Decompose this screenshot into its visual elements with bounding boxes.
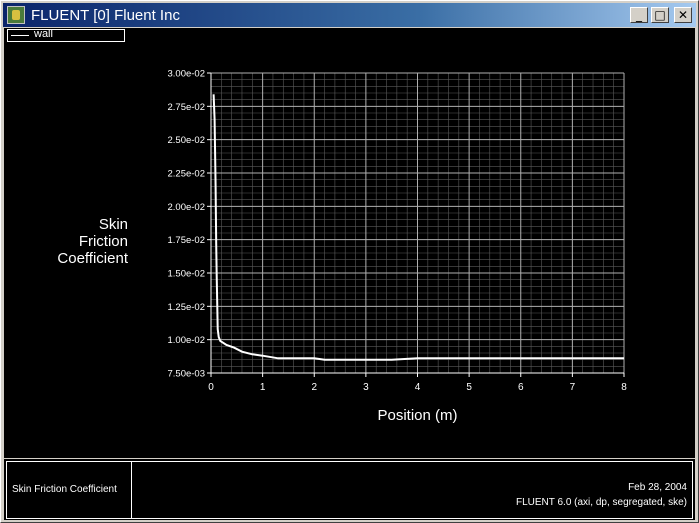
y-tick-label: 1.50e-02	[167, 269, 205, 280]
y-tick-label: 1.25e-02	[167, 302, 205, 313]
maximize-button[interactable]: □	[651, 7, 669, 23]
y-tick-label: 2.75e-02	[167, 102, 205, 113]
x-axis-label: Position (m)	[377, 407, 457, 424]
close-button[interactable]: ✕	[674, 7, 692, 23]
footer-info-box: Feb 28, 2004 FLUENT 6.0 (axi, dp, segreg…	[131, 461, 693, 519]
y-tick-label: 2.25e-02	[167, 169, 205, 180]
xy-plot: 0 1 2 3 4 5 6 7 8 7.50e-03 1.00e-02 1.25e-02 1.50e-0…	[57, 69, 627, 425]
fluent-window: FLUENT [0] Fluent Inc _ □ ✕ wall 0123456…	[0, 0, 699, 523]
window-title: FLUENT [0] Fluent Inc	[31, 7, 180, 24]
x-tick-label: 4	[415, 382, 421, 393]
footer-plot-name: Skin Friction Coefficient	[12, 484, 117, 495]
y-tick-label: 2.00e-02	[167, 202, 205, 213]
minimize-button[interactable]: _	[630, 7, 648, 23]
footer-plot-name-box: Skin Friction Coefficient	[6, 461, 132, 519]
y-axis-label-line: Skin	[99, 216, 128, 233]
x-tick-label: 1	[260, 382, 266, 393]
graphics-area[interactable]: wall 0 1 2 3 4 5 6 7 8 7.50e-03 1.00e-02 1.25e-02 1.…	[4, 28, 695, 458]
y-axis-label-line: Coefficient	[57, 250, 128, 267]
title-bar[interactable]: FLUENT [0] Fluent Inc _ □ ✕	[3, 3, 696, 27]
footer-panel: Skin Friction Coefficient Feb 28, 2004 F…	[4, 459, 695, 520]
y-tick-label: 2.50e-02	[167, 135, 205, 146]
x-tick-label: 8	[621, 382, 627, 393]
x-tick-label: 7	[570, 382, 576, 393]
x-tick-label: 5	[466, 382, 472, 393]
x-tick-label: 6	[518, 382, 524, 393]
fluent-app-icon[interactable]	[7, 6, 25, 24]
x-tick-label: 2	[311, 382, 317, 393]
y-tick-label: 7.50e-03	[167, 369, 205, 380]
y-tick-label: 3.00e-02	[167, 69, 205, 80]
x-tick-label: 0	[208, 382, 214, 393]
footer-version: FLUENT 6.0 (axi, dp, segregated, ske)	[515, 497, 687, 508]
footer-date: Feb 28, 2004	[628, 482, 687, 493]
x-tick-label: 3	[363, 382, 369, 393]
y-axis-label-line: Friction	[79, 233, 128, 250]
y-tick-label: 1.75e-02	[167, 235, 205, 246]
y-tick-label: 1.00e-02	[167, 335, 205, 346]
